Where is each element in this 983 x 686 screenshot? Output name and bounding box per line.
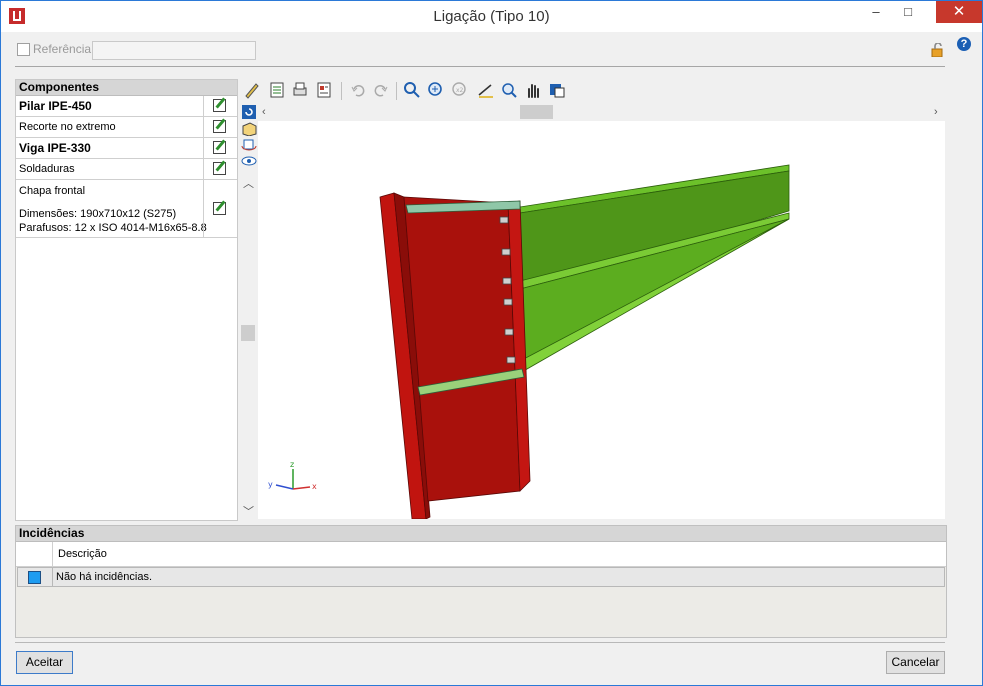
axis-z-label: z	[290, 460, 294, 469]
list-icon[interactable]	[268, 81, 286, 99]
plate-bolts: Parafusos: 12 x ISO 4014-M16x65-8.8	[19, 222, 207, 234]
close-button[interactable]: ✕	[936, 1, 982, 23]
table-row[interactable]: Não há incidências.	[17, 567, 945, 587]
refresh-icon[interactable]	[241, 105, 257, 119]
accept-button[interactable]: Aceitar	[16, 651, 73, 674]
incidences-panel: Incidências Descrição Não há incidências…	[15, 525, 947, 638]
zoom-2x-icon[interactable]: x2	[451, 81, 469, 99]
3d-viewport[interactable]: z x y	[258, 121, 945, 520]
edit-icon[interactable]	[213, 120, 226, 133]
report-icon[interactable]	[315, 81, 333, 99]
horizontal-scrollbar[interactable]: ‹ ›	[258, 105, 945, 121]
connection-3d-model: z x y	[268, 164, 790, 520]
reference-checkbox[interactable]	[17, 43, 30, 56]
title-bar: Ligação (Tipo 10) – □ ✕	[1, 1, 982, 32]
incidence-text: Não há incidências.	[56, 571, 153, 583]
maximize-button[interactable]: □	[894, 1, 922, 23]
component-end-cut[interactable]: Recorte no extremo	[16, 117, 237, 138]
reference-label: Referência	[33, 42, 92, 56]
cancel-button[interactable]: Cancelar	[886, 651, 945, 674]
cube-icon[interactable]	[241, 122, 257, 136]
column-ipe-450	[379, 192, 531, 520]
dialog-window: Ligação (Tipo 10) – □ ✕ Referência ? Com…	[0, 0, 983, 686]
undo-icon[interactable]	[349, 81, 367, 99]
edit-icon[interactable]	[213, 141, 226, 154]
lock-icon[interactable]	[931, 43, 945, 57]
pencil-icon[interactable]	[243, 81, 261, 99]
component-welds[interactable]: Soldaduras	[16, 159, 237, 180]
visibility-icon[interactable]	[241, 154, 257, 168]
scroll-right-icon[interactable]: ›	[934, 106, 938, 118]
window-title: Ligação (Tipo 10)	[433, 8, 550, 25]
measure-icon[interactable]	[477, 81, 495, 99]
component-label: Chapa frontal	[19, 185, 86, 197]
component-end-plate[interactable]: Chapa frontal Dimensões: 190x710x12 (S27…	[16, 180, 237, 238]
pan-icon[interactable]	[524, 81, 542, 99]
svg-text:x2: x2	[456, 87, 464, 94]
axes-gizmo: z x y	[268, 460, 317, 491]
view-toolbar: ︿ ﹀	[240, 105, 258, 519]
zoom-window-icon[interactable]	[500, 81, 518, 99]
scroll-up-icon[interactable]: ︿	[243, 175, 254, 191]
incidences-column-header: Descrição	[16, 542, 946, 567]
components-header: Componentes	[16, 80, 237, 96]
printer-icon[interactable]	[291, 81, 309, 99]
plate-dimensions: Dimensões: 190x710x12 (S275)	[19, 208, 177, 220]
components-panel: Componentes Pilar IPE-450 Recorte no ext…	[15, 79, 238, 521]
edit-icon[interactable]	[213, 162, 226, 175]
scroll-down-icon[interactable]: ﹀	[243, 503, 254, 519]
help-icon[interactable]: ?	[957, 37, 971, 51]
viewer-toolbar: x2	[241, 81, 945, 103]
zoom-all-icon[interactable]	[427, 81, 445, 99]
horizontal-scroll-thumb[interactable]	[520, 105, 553, 119]
info-indicator-icon	[28, 571, 41, 584]
component-column[interactable]: Pilar IPE-450	[16, 96, 237, 117]
incidences-header: Incidências	[16, 526, 946, 542]
component-label: Soldaduras	[19, 163, 75, 175]
description-column: Descrição	[58, 548, 107, 560]
component-label: Viga IPE-330	[19, 141, 91, 155]
orbit-icon[interactable]	[241, 138, 257, 152]
reference-input[interactable]	[92, 41, 256, 60]
edit-icon[interactable]	[213, 99, 226, 112]
minimize-button[interactable]: –	[862, 1, 890, 23]
header-divider	[15, 66, 945, 67]
rotate-icon[interactable]	[403, 81, 421, 99]
beam-ipe-330	[519, 164, 790, 374]
export-icon[interactable]	[548, 81, 566, 99]
axis-y-label: y	[268, 480, 273, 489]
component-label: Recorte no extremo	[19, 121, 116, 133]
vertical-scroll-thumb[interactable]	[241, 325, 255, 341]
edit-icon[interactable]	[213, 202, 226, 215]
component-beam[interactable]: Viga IPE-330	[16, 138, 237, 159]
redo-icon[interactable]	[372, 81, 390, 99]
axis-x-label: x	[312, 482, 317, 491]
scroll-left-icon[interactable]: ‹	[262, 106, 266, 118]
footer-divider	[15, 642, 945, 643]
component-label: Pilar IPE-450	[19, 99, 92, 113]
